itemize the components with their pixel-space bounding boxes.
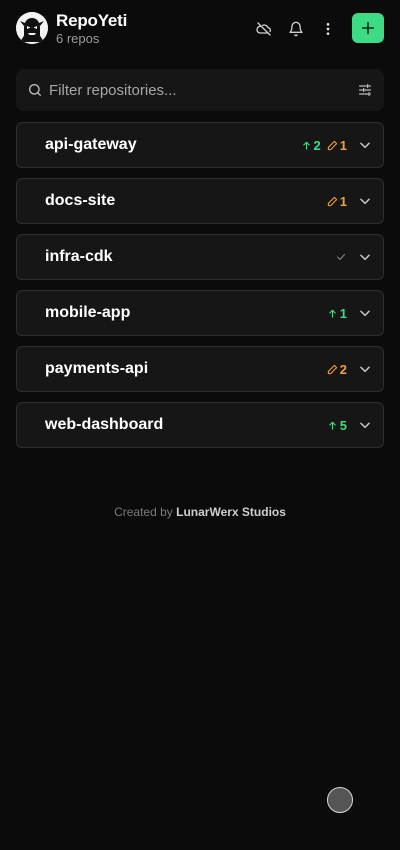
app-header: RepoYeti 6 repos [16, 12, 384, 46]
arrow-up-icon [302, 141, 310, 150]
repo-card[interactable]: api-gateway 2 1 [16, 122, 384, 168]
chevron-down-icon[interactable] [357, 249, 373, 265]
modified-badge: 1 [327, 195, 347, 208]
modified-badge: 2 [327, 363, 347, 376]
app-title: RepoYeti [56, 11, 128, 30]
chevron-down-icon[interactable] [357, 193, 373, 209]
synced-badge [335, 251, 347, 263]
app-root: RepoYeti 6 repos Filter repositories... … [0, 0, 400, 850]
repo-status: 2 1 [301, 123, 373, 167]
ahead-count: 1 [339, 305, 347, 321]
search-input[interactable] [49, 69, 349, 111]
credits-studio[interactable]: LunarWerx Studios [176, 505, 286, 519]
cloud-off-icon[interactable] [255, 20, 273, 38]
repo-name: api-gateway [45, 136, 137, 153]
credits-prefix: Created by [114, 505, 177, 519]
pencil-icon [327, 364, 337, 374]
search-bar [16, 69, 384, 111]
floating-action-button[interactable] [327, 787, 353, 813]
ahead-badge: 5 [327, 419, 347, 432]
repo-card[interactable]: web-dashboard 5 [16, 402, 384, 448]
chevron-down-icon[interactable] [357, 305, 373, 321]
sliders-icon[interactable] [357, 82, 373, 98]
ahead-count: 5 [339, 417, 347, 433]
repo-list: api-gateway 2 1 docs-site 1 infra-cdk mo… [16, 122, 384, 458]
repo-card[interactable]: infra-cdk [16, 234, 384, 280]
chevron-down-icon[interactable] [357, 137, 373, 153]
pencil-icon [327, 140, 337, 150]
repo-card[interactable]: payments-api 2 [16, 346, 384, 392]
modified-badge: 1 [327, 139, 347, 152]
more-vertical-icon[interactable] [319, 20, 337, 38]
ahead-badge: 1 [327, 307, 347, 320]
repo-card[interactable]: mobile-app 1 [16, 290, 384, 336]
repo-status: 5 [327, 403, 373, 447]
repo-count: 6 repos [56, 31, 100, 46]
credits: Created by LunarWerx Studios [0, 505, 400, 519]
pencil-icon [327, 196, 337, 206]
repo-name: web-dashboard [45, 416, 164, 433]
repo-status: 1 [327, 179, 373, 223]
repo-status: 1 [327, 291, 373, 335]
yeti-logo-icon [16, 12, 48, 44]
repo-status: 2 [327, 347, 373, 391]
repo-status [335, 235, 373, 279]
add-repo-button[interactable] [352, 13, 384, 43]
chevron-down-icon[interactable] [357, 361, 373, 377]
ahead-badge: 2 [301, 139, 321, 152]
arrow-up-icon [328, 309, 336, 318]
modified-count: 1 [339, 137, 347, 153]
repo-card[interactable]: docs-site 1 [16, 178, 384, 224]
repo-name: mobile-app [45, 304, 131, 321]
arrow-up-icon [328, 421, 336, 430]
repo-name: payments-api [45, 360, 149, 377]
plus-icon [361, 21, 375, 35]
modified-count: 1 [339, 193, 347, 209]
search-icon [29, 84, 41, 96]
bell-icon[interactable] [287, 20, 305, 38]
check-icon [337, 254, 345, 260]
repo-name: docs-site [45, 192, 116, 209]
ahead-count: 2 [313, 137, 321, 153]
repo-name: infra-cdk [45, 248, 113, 265]
modified-count: 2 [339, 361, 347, 377]
chevron-down-icon[interactable] [357, 417, 373, 433]
